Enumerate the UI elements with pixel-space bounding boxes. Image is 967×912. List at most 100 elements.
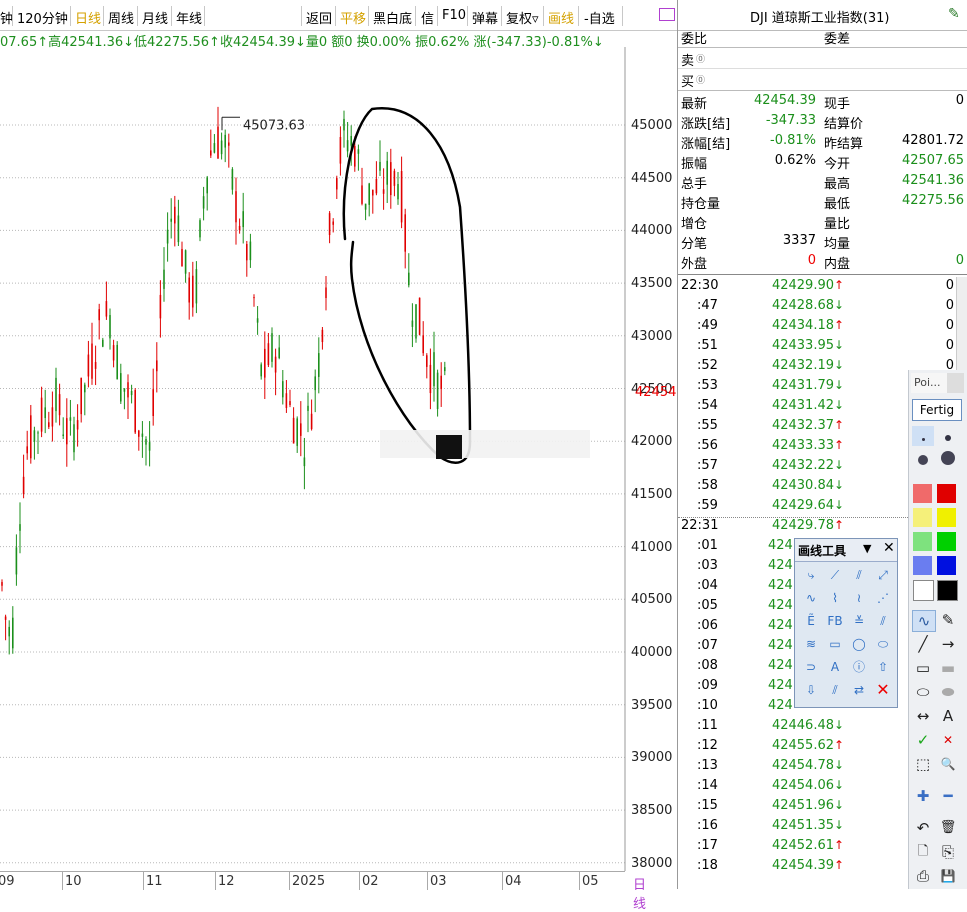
candle-down-body: [357, 149, 360, 154]
close-red-icon[interactable]: ✕: [937, 730, 959, 750]
pencil-icon[interactable]: ✎: [948, 6, 960, 22]
dot-xlarge-icon[interactable]: [937, 450, 959, 470]
candle-down-body: [109, 315, 111, 339]
minus-icon[interactable]: ━: [937, 786, 959, 806]
measure-icon[interactable]: ↔: [912, 706, 934, 726]
window-toggle-icon[interactable]: [659, 8, 675, 21]
print-icon[interactable]: ⎙: [912, 866, 934, 886]
arrow-line-icon[interactable]: ⤢: [873, 565, 893, 585]
scrollbar[interactable]: [956, 277, 967, 372]
eraser-icon[interactable]: ⫽: [825, 680, 845, 700]
fib-channel-icon[interactable]: ≚: [849, 611, 869, 631]
down-arrow-icon[interactable]: ⇩: [801, 680, 821, 700]
fertig-button[interactable]: Fertig: [912, 399, 962, 421]
dot-small-icon[interactable]: [912, 426, 934, 446]
swatch-yellow[interactable]: [937, 508, 956, 527]
wave-icon[interactable]: ∿: [801, 588, 821, 608]
cycle-lines-icon[interactable]: ≋: [801, 634, 821, 654]
candle-down-body: [242, 211, 244, 228]
ellipse-filled-icon[interactable]: ⬬: [937, 682, 959, 702]
toolbar-blackwhite[interactable]: 黑白底: [373, 8, 412, 27]
toolbar-draw[interactable]: 画线: [548, 8, 574, 27]
candle-up-body: [76, 420, 79, 430]
toolbar-back[interactable]: 返回: [306, 8, 332, 27]
wave-pattern-icon[interactable]: ≀: [849, 588, 869, 608]
toolbar-weekly[interactable]: 周线: [108, 8, 134, 27]
rect-filled-icon[interactable]: ▬: [937, 658, 959, 678]
swatch-light-blue[interactable]: [913, 556, 932, 575]
text-icon[interactable]: A: [937, 706, 959, 726]
toolbar-watchlist[interactable]: -自选: [584, 8, 615, 27]
parallel-lines-icon[interactable]: ⫽: [849, 565, 869, 585]
fib-fan-icon[interactable]: ⫽: [873, 611, 893, 631]
arc-icon[interactable]: ⊃: [801, 657, 821, 677]
period-label[interactable]: 日线: [633, 874, 646, 912]
trash-icon[interactable]: 🗑: [937, 818, 959, 838]
pen-icon[interactable]: ✎: [937, 610, 959, 630]
circle-icon[interactable]: ◯: [849, 634, 869, 654]
save-icon[interactable]: 💾: [937, 866, 959, 886]
rect-outline-icon[interactable]: ▭: [912, 658, 934, 678]
ellipse-outline-icon[interactable]: ⬭: [912, 682, 934, 702]
swatch-light-red[interactable]: [913, 484, 932, 503]
zoom-icon[interactable]: 🔍: [937, 754, 959, 774]
swatch-light-green[interactable]: [913, 532, 932, 551]
zigzag-icon[interactable]: ⌇: [825, 588, 845, 608]
tick-time: :01: [697, 538, 718, 553]
line-segment-icon[interactable]: ⟋: [825, 565, 845, 585]
swatch-white[interactable]: [913, 580, 934, 601]
swatch-black[interactable]: [937, 580, 958, 601]
toolbar-adjust[interactable]: 复权▿: [506, 8, 539, 27]
swatch-light-yellow[interactable]: [913, 508, 932, 527]
copy-icon[interactable]: ⎘: [937, 842, 959, 862]
swatch-blue[interactable]: [937, 556, 956, 575]
tick-time: :14: [697, 778, 718, 793]
line-icon[interactable]: ╱: [912, 634, 934, 654]
undo-icon[interactable]: ↶: [912, 818, 934, 838]
toolbar-monthly[interactable]: 月线: [142, 8, 168, 27]
toolbar-yearly[interactable]: 年线: [176, 8, 202, 27]
dot-large-icon[interactable]: [912, 450, 934, 470]
date-axis-label: 03: [430, 874, 447, 889]
trend-wave-icon[interactable]: ⋰: [873, 588, 893, 608]
tick-time: :15: [697, 798, 718, 813]
fib-retracement-icon[interactable]: FB: [825, 611, 845, 631]
info-icon[interactable]: ⓘ: [849, 657, 869, 677]
chevron-down-icon[interactable]: ▼: [863, 542, 871, 555]
plus-icon[interactable]: ✚: [912, 786, 934, 806]
candlestick-chart[interactable]: 45073.63: [0, 47, 677, 871]
swatch-red[interactable]: [937, 484, 956, 503]
weicha-label: 委差: [824, 32, 851, 47]
delete-icon[interactable]: ✕: [873, 680, 893, 700]
toolbar-daily[interactable]: 日线: [75, 8, 101, 27]
toolbar-pan[interactable]: 平移: [340, 8, 366, 27]
toolbar-info[interactable]: 信: [421, 8, 434, 27]
new-page-icon[interactable]: 🗋: [912, 842, 934, 862]
up-arrow-icon[interactable]: ⇧: [873, 657, 893, 677]
check-icon[interactable]: ✓: [912, 730, 934, 750]
tick-time: :08: [697, 658, 718, 673]
price-axis-label: 43500: [631, 276, 673, 292]
ellipse-icon[interactable]: ⬭: [873, 634, 893, 654]
close-icon[interactable]: ✕: [883, 540, 895, 556]
swatch-green[interactable]: [937, 532, 956, 551]
tick-time: :13: [697, 758, 718, 773]
rectangle-icon[interactable]: ▭: [825, 634, 845, 654]
stat-value: 42801.72: [901, 133, 964, 148]
toolbar-f10[interactable]: F10: [442, 8, 466, 23]
fib-extension-icon[interactable]: Ẽ: [801, 611, 821, 631]
arrow-icon[interactable]: →: [937, 634, 959, 654]
select-icon[interactable]: ⬚: [912, 754, 934, 774]
toolbar-120min[interactable]: 120分钟: [17, 8, 68, 27]
toolbar-danmu[interactable]: 弹幕: [472, 8, 498, 27]
tick-price: 42454.39: [771, 858, 834, 873]
swap-icon[interactable]: ⇄: [849, 680, 869, 700]
candle-up-body: [228, 142, 230, 146]
dot-medium-icon[interactable]: [937, 426, 959, 446]
freehand-icon[interactable]: ∿: [912, 610, 936, 632]
palette-handle[interactable]: [947, 373, 964, 393]
text-icon[interactable]: A: [825, 657, 845, 677]
arc-arrow-icon[interactable]: ⤷: [801, 565, 821, 585]
drawing-tools-titlebar[interactable]: 画线工具 ▼ ✕: [795, 539, 897, 562]
date-axis-label: 2025: [292, 874, 326, 889]
